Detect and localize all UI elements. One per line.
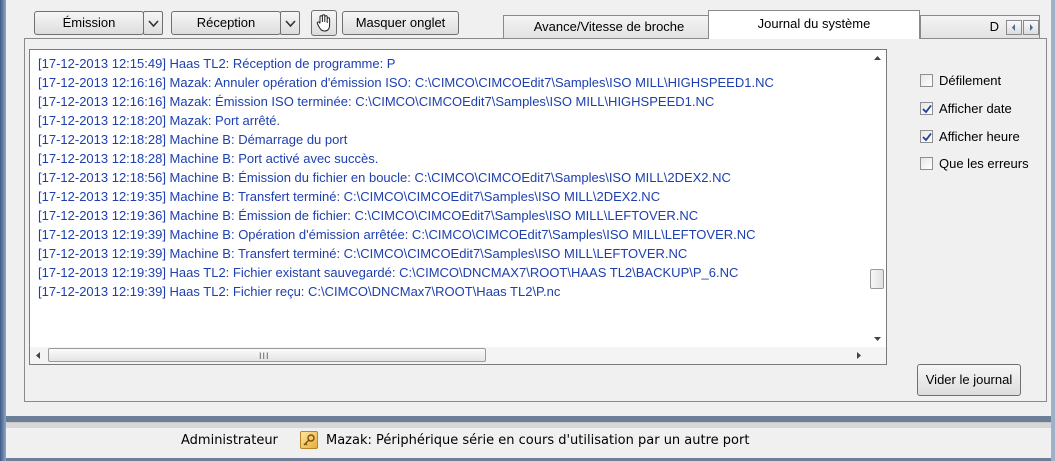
checkbox[interactable] (920, 74, 933, 87)
tab-scroll-right-button[interactable] (1023, 20, 1039, 35)
log-line: [17-12-2013 12:18:56] Machine B: Émissio… (38, 170, 731, 185)
window-frame-right (1051, 0, 1055, 461)
arrow-right-icon (1030, 24, 1033, 31)
log-line: [17-12-2013 12:18:28] Machine B: Port ac… (38, 151, 379, 166)
clear-log-button[interactable]: Vider le journal (917, 364, 1021, 396)
arrow-left-icon (1012, 24, 1015, 31)
checkbox[interactable] (920, 102, 933, 115)
checkmark-icon (922, 104, 932, 114)
hand-tool-button[interactable] (311, 10, 337, 36)
status-separator (6, 423, 1051, 428)
receive-button[interactable]: Réception (171, 11, 281, 35)
tab-scroll-left-button[interactable] (1006, 20, 1022, 35)
checkmark-icon (922, 132, 932, 142)
log-line: [17-12-2013 12:19:39] Haas TL2: Fichier … (38, 284, 561, 299)
log-lines: [17-12-2013 12:15:49] Haas TL2: Réceptio… (38, 54, 865, 301)
arrow-down-icon (874, 337, 881, 341)
log-line: [17-12-2013 12:19:39] Haas TL2: Fichier … (38, 265, 739, 280)
chevron-down-icon (285, 20, 296, 27)
log-line: [17-12-2013 12:15:49] Haas TL2: Réceptio… (38, 56, 396, 71)
option-label: Afficher date (939, 101, 1012, 116)
log-line: [17-12-2013 12:18:28] Machine B: Démarra… (38, 132, 348, 147)
option-label: Afficher heure (939, 129, 1020, 144)
log-line: [17-12-2013 12:19:39] Machine B: Transfe… (38, 246, 688, 261)
vertical-scroll-thumb[interactable] (870, 269, 884, 289)
option-label: Que les erreurs (939, 156, 1029, 171)
scroll-up-button[interactable] (869, 50, 886, 67)
option-errors-only[interactable]: Que les erreurs (920, 156, 1040, 173)
arrow-right-icon[interactable] (850, 347, 867, 364)
key-icon (300, 431, 318, 449)
hand-icon (316, 14, 331, 32)
send-dropdown-button[interactable] (143, 11, 163, 35)
log-line: [17-12-2013 12:19:36] Machine B: Émissio… (38, 208, 699, 223)
log-line: [17-12-2013 12:19:35] Machine B: Transfe… (38, 189, 661, 204)
log-line: [17-12-2013 12:19:39] Machine B: Opérati… (38, 227, 756, 242)
status-user: Administrateur (181, 433, 278, 448)
checkbox[interactable] (920, 157, 933, 170)
scroll-grip: III (259, 351, 270, 361)
horizontal-scroll-thumb[interactable]: III (48, 348, 486, 362)
log-line: [17-12-2013 12:18:20] Mazak: Port arrêté… (38, 113, 281, 128)
log-line: [17-12-2013 12:16:16] Mazak: Annuler opé… (38, 75, 774, 90)
checkbox[interactable] (920, 130, 933, 143)
chevron-down-icon (148, 20, 159, 27)
arrow-left-icon[interactable] (30, 347, 47, 364)
option-label: Défilement (939, 73, 1002, 88)
scroll-down-button[interactable] (869, 330, 886, 347)
tab-scroll-buttons (1006, 20, 1042, 36)
log-vertical-scrollbar[interactable] (869, 50, 886, 347)
status-message: Mazak: Périphérique série en cours d'uti… (326, 433, 750, 448)
log-horizontal-scrollbar[interactable]: III (30, 347, 886, 364)
system-log-list[interactable]: [17-12-2013 12:15:49] Haas TL2: Réceptio… (29, 49, 887, 365)
hide-tab-button[interactable]: Masquer onglet (342, 11, 459, 35)
receive-dropdown-button[interactable] (280, 11, 300, 35)
tab-feed-spindle-speed[interactable]: Avance/Vitesse de broche (503, 15, 715, 38)
arrow-up-icon (874, 56, 881, 60)
log-line: [17-12-2013 12:16:16] Mazak: Émission IS… (38, 94, 715, 109)
tab-system-log[interactable]: Journal du système (708, 10, 920, 39)
send-button[interactable]: Émission (34, 11, 144, 35)
status-bar: Administrateur Mazak: Périphérique série… (6, 422, 1051, 458)
